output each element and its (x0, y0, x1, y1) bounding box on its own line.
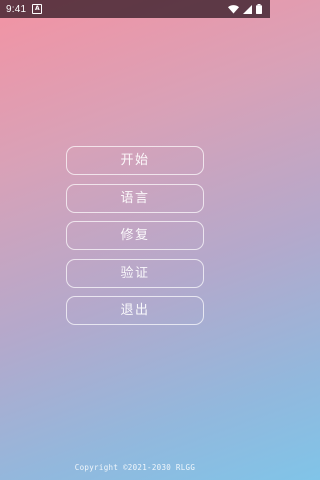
status-time: 9:41 (6, 3, 27, 15)
verify-button[interactable]: 验证 (66, 258, 204, 288)
exit-button[interactable]: 退出 (66, 296, 204, 325)
status-left: 9:41 A (6, 3, 43, 15)
copyright-text: Copyright ©2021-2030 RLGG (74, 463, 196, 472)
start-button[interactable]: 开始 (66, 146, 204, 175)
battery-icon (256, 4, 262, 14)
signal-icon (243, 4, 252, 14)
repair-button[interactable]: 修复 (66, 221, 204, 250)
wifi-icon (228, 4, 239, 13)
status-right (228, 4, 262, 14)
main-menu: 开始 语言 修复 验证 退出 (66, 146, 204, 334)
status-bar: 9:41 A (0, 0, 270, 18)
notification-icon: A (32, 4, 43, 14)
language-button[interactable]: 语言 (66, 183, 204, 213)
